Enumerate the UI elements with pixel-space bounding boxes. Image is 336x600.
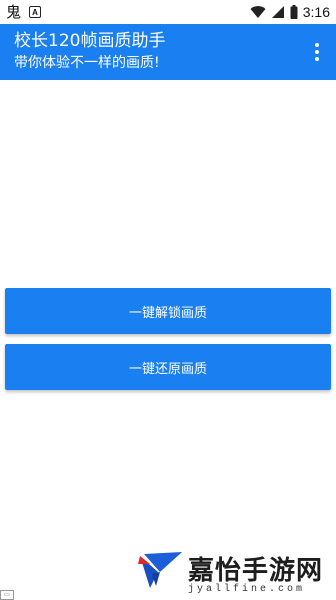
app-subtitle: 带你体验不一样的画质!	[14, 55, 160, 71]
watermark-text: 嘉怡手游网	[188, 556, 324, 586]
battery-icon	[290, 5, 298, 19]
status-bar: 鬼 A 3:16	[0, 0, 336, 24]
watermark-url: jyallfine.com	[188, 584, 306, 595]
more-vert-icon[interactable]	[308, 38, 326, 66]
restore-quality-button[interactable]: 一键还原画质	[5, 344, 331, 390]
corner-badge-icon: ▭	[0, 590, 14, 600]
app-bar: 校长120帧画质助手 带你体验不一样的画质!	[0, 24, 336, 80]
unlock-quality-button[interactable]: 一键解锁画质	[5, 288, 331, 334]
site-watermark: 嘉怡手游网 jyallfine.com	[138, 548, 334, 600]
status-system: 3:16	[250, 4, 330, 20]
signal-icon	[271, 6, 284, 18]
ghost-icon: 鬼	[6, 2, 22, 21]
status-notifications: 鬼 A	[6, 2, 42, 21]
app-title: 校长120帧画质助手	[14, 31, 166, 51]
status-time: 3:16	[302, 4, 330, 20]
a-icon: A	[29, 6, 42, 18]
bird-logo-icon	[138, 552, 182, 588]
wifi-icon	[250, 6, 266, 19]
